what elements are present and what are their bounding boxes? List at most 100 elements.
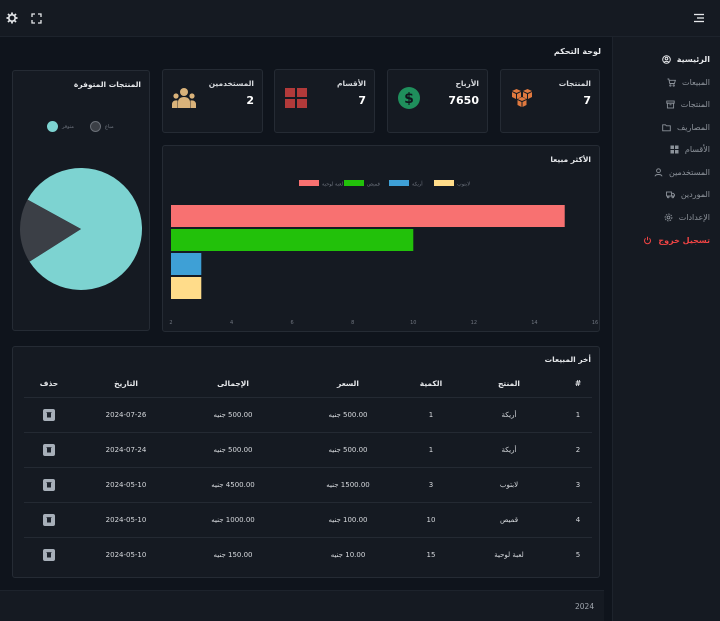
bar[interactable] (171, 205, 565, 227)
trash-icon (46, 517, 52, 523)
latest-sales-card: أخر المبيعات # المنتج الكمية السعر الإجم… (12, 346, 600, 578)
delete-button[interactable] (43, 548, 55, 561)
grid-icon (284, 86, 308, 110)
date-cell: 2024-05-10 (74, 501, 178, 537)
gear-icon[interactable] (5, 11, 19, 25)
row-number: 2 (564, 431, 592, 467)
stat-value: 2 (246, 94, 254, 107)
sidebar-item-sales[interactable]: المبيعات (667, 74, 710, 90)
column-header: المنتج (498, 379, 520, 389)
stat-label: الأقسام (336, 79, 366, 88)
delete-button[interactable] (43, 478, 55, 491)
column-header: # (574, 379, 582, 389)
stat-card-categories: الأقسام 7 (274, 69, 375, 133)
sidebar-item-products[interactable]: المنتجات (666, 96, 710, 112)
card-title: أخر المبيعات (544, 355, 591, 364)
x-tick-label: 12 (471, 320, 477, 326)
quantity-cell: 1 (408, 396, 454, 432)
stat-label: المستخدمين (208, 79, 254, 88)
delete-button[interactable] (43, 408, 55, 421)
sidebar-item-expenses[interactable]: المصاريف (662, 119, 710, 135)
quantity-cell: 10 (408, 501, 454, 537)
stat-value: 7 (358, 94, 366, 107)
column-header: حذف (39, 379, 59, 389)
bar[interactable] (171, 229, 414, 251)
total-cell: 1000.00 جنيه (178, 501, 288, 537)
date-cell: 2024-07-24 (74, 431, 178, 467)
grid-icon (670, 145, 679, 154)
sidebar-item-label: الموردين (680, 189, 710, 199)
x-tick-label: 4 (230, 320, 233, 326)
legend-item[interactable]: مباع (89, 121, 114, 132)
trash-icon (46, 552, 52, 558)
sidebar-item-logout[interactable]: تسجيل خروج (643, 232, 710, 248)
bar[interactable] (171, 253, 202, 275)
table-row: 5 لعبة لوحية 15 10.00 جنيه 150.00 جنيه 2… (24, 536, 592, 572)
legend-swatch[interactable] (434, 180, 454, 186)
sidebar-item-settings[interactable]: الإعدادات (664, 209, 710, 225)
truck-icon (665, 190, 675, 199)
sidebar-item-home[interactable]: الرئيسية (661, 51, 710, 67)
delete-cell (24, 536, 74, 572)
price-cell: 10.00 جنيه (288, 536, 408, 572)
column-header: الكمية (419, 379, 443, 389)
boxes-icon (510, 86, 534, 110)
sidebar-item-label: المنتجات (680, 99, 710, 109)
total-cell: 500.00 جنيه (178, 396, 288, 432)
sidebar-item-label: الإعدادات (678, 212, 710, 222)
delete-cell (24, 501, 74, 537)
legend-label: متوفر (62, 123, 74, 130)
sidebar-item-categories[interactable]: الأقسام (670, 141, 710, 157)
trash-icon (46, 447, 52, 453)
menu-icon[interactable] (692, 11, 706, 25)
date-cell: 2024-05-10 (74, 536, 178, 572)
footer: 2024 (0, 590, 604, 621)
pie-legend: متوفر مباع (47, 121, 114, 132)
stat-card-users: المستخدمين 2 (162, 69, 263, 133)
trash-icon (46, 482, 52, 488)
sidebar-item-label: المستخدمين (669, 167, 710, 177)
legend-label: لابتوب (457, 182, 470, 188)
price-cell: 1500.00 جنيه (288, 466, 408, 502)
table-row: 4 قميص 10 100.00 جنيه 1000.00 جنيه 2024-… (24, 501, 592, 537)
row-number: 1 (564, 396, 592, 432)
pie-chart (20, 168, 143, 290)
sidebar-item-label: الأقسام (684, 144, 710, 154)
trash-icon (46, 412, 52, 418)
row-number: 5 (564, 536, 592, 572)
sidebar-item-label: المبيعات (682, 77, 710, 87)
footer-text: 2024 (575, 602, 595, 611)
delete-cell (24, 396, 74, 432)
stat-label: المنتجات (558, 79, 591, 88)
legend-label: أريكة (412, 181, 423, 188)
stat-card-products: المنتجات 7 (500, 69, 600, 133)
quantity-cell: 15 (408, 536, 454, 572)
legend-swatch[interactable] (299, 180, 319, 186)
x-tick-label: 2 (169, 320, 172, 326)
legend-swatch[interactable] (344, 180, 364, 186)
folder-icon (662, 123, 671, 132)
delete-button[interactable] (43, 513, 55, 526)
product-cell: لابتوب (454, 466, 564, 502)
delete-button[interactable] (43, 443, 55, 456)
sidebar-item-suppliers[interactable]: الموردين (665, 186, 710, 202)
total-cell: 150.00 جنيه (178, 536, 288, 572)
stat-value: 7 (583, 94, 591, 107)
bar[interactable] (171, 277, 202, 299)
cart-icon (667, 78, 677, 87)
sidebar-item-label: الرئيسية (676, 54, 710, 64)
sidebar-item-users[interactable]: المستخدمين (654, 164, 710, 180)
power-icon (643, 236, 652, 245)
legend-swatch (47, 121, 58, 132)
page-title: لوحة التحكم (553, 47, 601, 56)
fullscreen-icon[interactable] (29, 11, 43, 25)
user-circle-icon (661, 54, 671, 64)
table-row: 1 أريكة 1 500.00 جنيه 500.00 جنيه 2024-0… (24, 396, 592, 432)
row-number: 4 (564, 501, 592, 537)
legend-swatch[interactable] (389, 180, 409, 186)
legend-item[interactable]: متوفر (47, 121, 74, 132)
user-icon (654, 167, 663, 177)
x-tick-label: 8 (351, 320, 354, 326)
price-cell: 500.00 جنيه (288, 396, 408, 432)
svg-text:$: $ (404, 91, 414, 107)
